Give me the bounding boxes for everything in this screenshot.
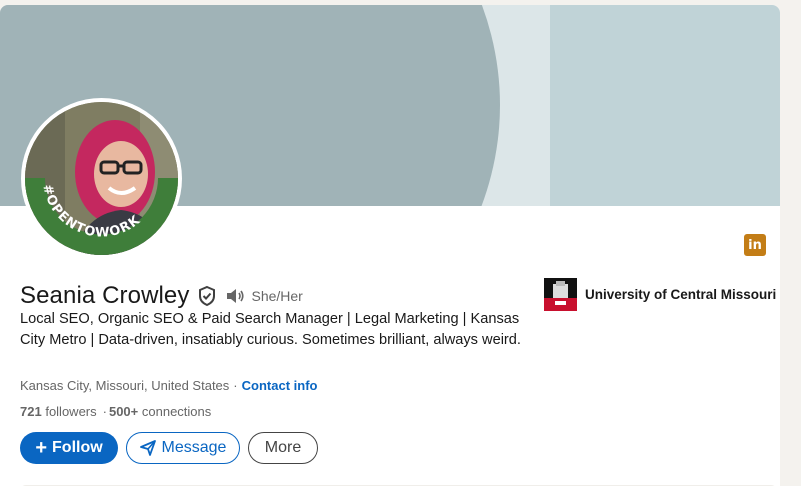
followers-link[interactable]: 721 followers (20, 404, 97, 419)
location: Kansas City, Missouri, United States (20, 378, 230, 393)
followers-label: followers (45, 404, 97, 419)
profile-name: Seania Crowley (20, 282, 190, 309)
name-row: Seania Crowley She/Her (20, 282, 303, 310)
more-button[interactable]: More (248, 432, 318, 464)
linkedin-logo-icon[interactable]: in (744, 234, 766, 256)
speaker-icon[interactable] (225, 287, 245, 305)
profile-avatar[interactable]: #OPENTOWORK (21, 98, 182, 259)
separator: · (233, 378, 238, 393)
school-logo (544, 278, 577, 311)
followers-count: 721 (20, 404, 42, 419)
send-icon (139, 440, 156, 456)
message-button[interactable]: Message (126, 432, 240, 464)
connections-label: connections (141, 404, 212, 419)
verified-shield-icon[interactable] (197, 285, 217, 307)
profile-card: #OPENTOWORK in Seania Crowley She/Her Un… (0, 5, 780, 486)
profile-headline: Local SEO, Organic SEO & Paid Search Man… (20, 311, 521, 348)
message-label: Message (161, 439, 227, 456)
contact-info-link[interactable]: Contact info (242, 378, 318, 393)
separator: · (102, 404, 107, 419)
follow-label: Follow (52, 439, 103, 456)
connections-link[interactable]: 500+ connections (109, 404, 211, 419)
location-row: Kansas City, Missouri, United States · C… (20, 378, 317, 393)
plus-icon: + (35, 437, 48, 459)
avatar-photo: #OPENTOWORK (25, 102, 178, 255)
profile-actions: + Follow Message More (20, 432, 318, 464)
education-entry[interactable]: University of Central Missouri (544, 278, 776, 311)
network-stats: 721 followers · 500+ connections (20, 404, 211, 419)
follow-button[interactable]: + Follow (20, 432, 118, 464)
school-name: University of Central Missouri (585, 287, 777, 302)
connections-count: 500+ (108, 404, 139, 419)
pronouns: She/Her (251, 288, 303, 304)
